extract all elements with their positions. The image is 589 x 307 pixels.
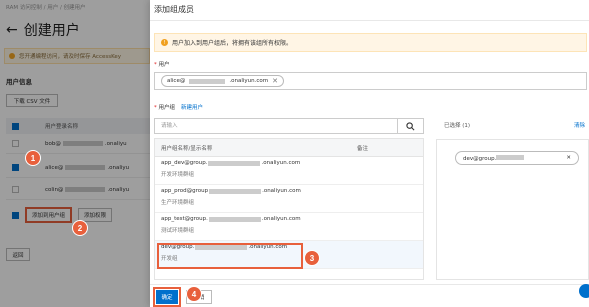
add-group-member-drawer: 添加组成员 ! 用户加入到用户组后，将拥有该组所有权限。 * 用户 alice@… xyxy=(150,0,589,307)
clear-link[interactable]: 清除 xyxy=(574,121,585,129)
list-header: 用户组名称/显示名称 备注 xyxy=(155,139,423,157)
selected-count: 已选择 (1) xyxy=(444,123,471,129)
close-icon[interactable]: ✕ xyxy=(272,77,278,85)
help-icon[interactable] xyxy=(579,284,589,298)
drawer-footer: 确定 取消 xyxy=(150,284,589,307)
search-icon xyxy=(406,121,415,130)
warning-icon: ! xyxy=(161,39,168,46)
new-group-link[interactable]: 新建用户 xyxy=(181,103,203,111)
list-header-note: 备注 xyxy=(357,145,369,152)
search-input[interactable] xyxy=(155,119,397,133)
user-select[interactable]: alice@ .onaliyun.com ✕ xyxy=(154,72,587,90)
divider xyxy=(150,20,589,21)
group-search xyxy=(154,118,424,134)
step-badge: 4 xyxy=(186,286,202,302)
list-item[interactable]: app_dev@group. .onaliyun.com 开发环境群组 xyxy=(155,157,423,185)
step-badge: 3 xyxy=(304,250,320,266)
highlight-box xyxy=(157,243,303,269)
list-item[interactable]: app_prod@group .onaliyun.com 生产环境群组 xyxy=(155,185,423,213)
list-item-selected[interactable]: dev@group. .onaliyun.com 开发组 xyxy=(155,241,423,269)
drawer-title: 添加组成员 xyxy=(154,5,194,14)
list-header-name: 用户组名称/显示名称 xyxy=(161,145,213,152)
user-label: * 用户 xyxy=(154,62,170,68)
step-badge: 1 xyxy=(25,150,41,166)
modal-overlay[interactable] xyxy=(0,0,150,307)
list-item[interactable]: app_test@group. .onaliyun.com 测试环境群组 xyxy=(155,213,423,241)
group-label-row: * 用户组 新建用户 xyxy=(154,103,204,111)
selected-chip: dev@group. ✕ xyxy=(455,151,579,165)
ok-button[interactable]: 确定 xyxy=(153,287,181,307)
step-badge: 2 xyxy=(72,220,88,236)
tip-text: 用户加入到用户组后，将拥有该组所有权限。 xyxy=(172,40,293,47)
group-list: 用户组名称/显示名称 备注 app_dev@group. .onaliyun.co… xyxy=(154,138,424,280)
close-icon[interactable]: ✕ xyxy=(566,155,571,161)
search-button[interactable] xyxy=(397,119,423,133)
user-tag: alice@ .onaliyun.com ✕ xyxy=(161,75,284,87)
selected-panel: 已选择 (1) 清除 dev@group. ✕ xyxy=(436,118,589,280)
info-tip: ! 用户加入到用户组后，将拥有该组所有权限。 xyxy=(154,33,587,52)
